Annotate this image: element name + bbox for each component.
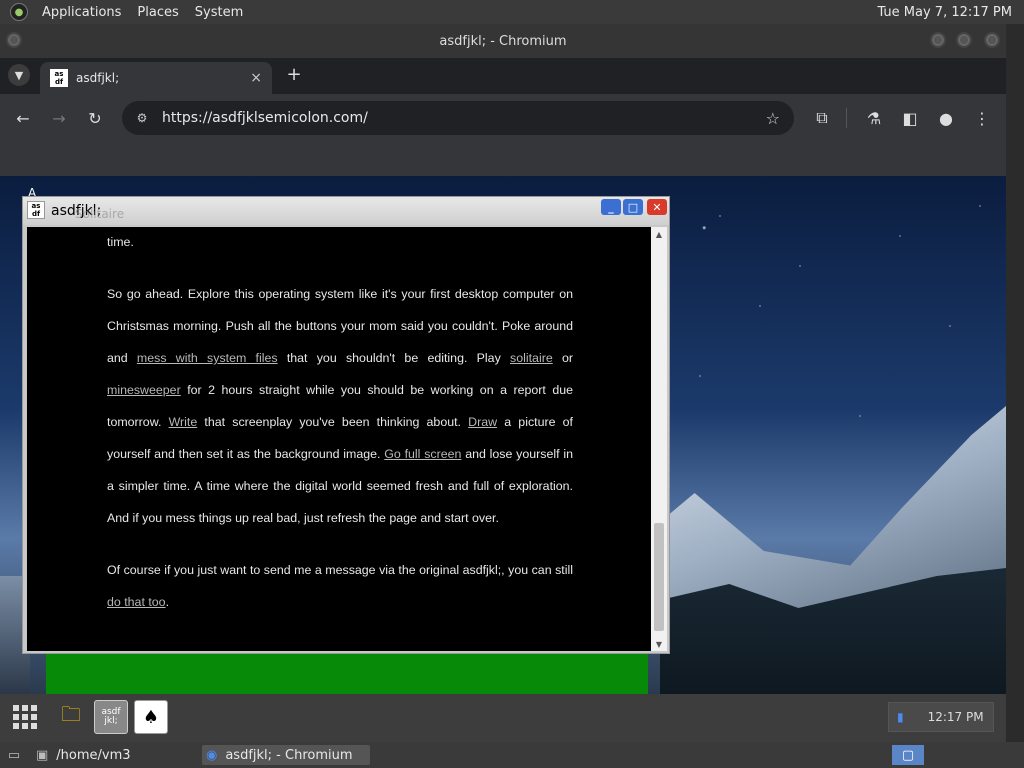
- menu-system[interactable]: System: [187, 5, 251, 20]
- side-panel-icon[interactable]: ◧: [898, 106, 922, 130]
- url-text[interactable]: https://asdfjklsemicolon.com/: [162, 110, 368, 126]
- text-run: .: [165, 595, 170, 609]
- in-page-dock: 🗀 asdf jkl; ♠ ▮ 12:17 PM: [0, 694, 1006, 742]
- inner-window-icon: as df: [27, 201, 45, 219]
- app-grid-icon[interactable]: [8, 700, 42, 734]
- link-write[interactable]: Write: [169, 415, 198, 429]
- tab-strip: ▼ as df asdfjkl; × +: [0, 58, 1006, 94]
- tab-asdfjkl[interactable]: as df asdfjkl; ×: [40, 62, 272, 94]
- paragraph-0: time.: [107, 235, 134, 249]
- browser-window-title: asdfjkl; - Chromium: [439, 33, 567, 49]
- paragraph-2: Of course if you just want to send me a …: [107, 554, 573, 618]
- os-taskbar: ▭ ▣ /home/vm3 ◉ asdfjkl; - Chromium ▢: [0, 742, 1024, 768]
- battery-icon: ▮: [897, 710, 904, 724]
- solitaire-spade-icon[interactable]: ♠: [134, 700, 168, 734]
- dock-clock-text: 12:17 PM: [927, 710, 984, 724]
- bookmark-bar: [0, 142, 1006, 176]
- link-do-that-too[interactable]: do that too: [107, 595, 166, 609]
- labs-flask-icon[interactable]: ⚗: [862, 106, 886, 130]
- tab-title: asdfjkl;: [76, 71, 120, 85]
- link-mess-with-system-files[interactable]: mess with system files: [137, 351, 278, 365]
- favicon-icon: as df: [50, 69, 68, 87]
- text-run: or: [552, 351, 573, 365]
- scroll-up-arrow-icon[interactable]: ▲: [651, 227, 667, 241]
- reload-icon[interactable]: ↻: [83, 106, 107, 130]
- new-tab-button[interactable]: +: [284, 64, 304, 85]
- taskbar-item-label: /home/vm3: [56, 747, 131, 763]
- window-menu-icon[interactable]: [6, 32, 22, 48]
- text-run: that screenplay you've been thinking abo…: [197, 415, 469, 429]
- article-content: time. So go ahead. Explore this operatin…: [27, 227, 651, 651]
- workspace-switcher-icon[interactable]: ▢: [892, 745, 924, 765]
- scroll-thumb[interactable]: [654, 523, 664, 631]
- green-panel: [46, 654, 648, 694]
- extensions-puzzle-icon[interactable]: ⧉: [810, 106, 834, 130]
- link-draw[interactable]: Draw: [468, 415, 497, 429]
- paragraph-1: So go ahead. Explore this operating syst…: [107, 278, 573, 534]
- menu-places[interactable]: Places: [129, 5, 186, 20]
- browser-toolbar: ← → ↻ ⚙ https://asdfjklsemicolon.com/ ☆ …: [0, 94, 1006, 142]
- tab-close-icon[interactable]: ×: [250, 70, 262, 86]
- folder-icon[interactable]: 🗀: [54, 700, 88, 734]
- bookmark-star-icon[interactable]: ☆: [766, 109, 780, 128]
- show-desktop-icon[interactable]: ▭: [4, 745, 24, 765]
- taskbar-item-label: asdfjkl; - Chromium: [225, 747, 353, 763]
- link-solitaire[interactable]: solitaire: [510, 351, 553, 365]
- maximize-icon[interactable]: [956, 32, 972, 48]
- text-run: Of course if you just want to send me a …: [107, 563, 573, 577]
- tab-search-chevron-down-icon[interactable]: ▼: [8, 64, 30, 86]
- site-info-icon[interactable]: ⚙: [132, 111, 152, 125]
- scroll-down-arrow-icon[interactable]: ▼: [651, 637, 667, 651]
- dock-clock[interactable]: ▮ 12:17 PM: [888, 702, 994, 732]
- menu-applications[interactable]: Applications: [34, 5, 129, 20]
- os-logo-icon[interactable]: ●: [10, 3, 28, 21]
- article-text: time. So go ahead. Explore this operatin…: [107, 227, 573, 638]
- text-run: that you shouldn't be editing. Play: [277, 351, 511, 365]
- address-bar[interactable]: ⚙ https://asdfjklsemicolon.com/ ☆: [122, 101, 794, 135]
- terminal-icon: ▣: [36, 747, 49, 763]
- inner-minimize-icon[interactable]: _: [601, 199, 621, 215]
- link-minesweeper[interactable]: minesweeper: [107, 383, 181, 397]
- back-arrow-icon[interactable]: ←: [11, 106, 35, 130]
- inner-close-icon[interactable]: ✕: [647, 199, 667, 215]
- link-go-full-screen[interactable]: Go full screen: [384, 447, 461, 461]
- taskbar-item-chromium[interactable]: ◉ asdfjkl; - Chromium: [202, 745, 370, 765]
- more-menu-icon[interactable]: ⋮: [970, 106, 994, 130]
- browser-titlebar[interactable]: asdfjkl; - Chromium: [0, 24, 1006, 58]
- asdfjkl-app-icon[interactable]: asdf jkl;: [94, 700, 128, 734]
- inner-window-titlebar[interactable]: as df asdfjkl; Solitaire _ □ ✕: [23, 197, 669, 225]
- taskbar-item-terminal[interactable]: ▣ /home/vm3: [36, 745, 196, 765]
- background-window-title: Solitaire: [75, 207, 125, 221]
- toolbar-divider: [846, 108, 847, 128]
- chromium-icon: ◉: [206, 747, 218, 763]
- asdfjkl-window: as df asdfjkl; Solitaire _ □ ✕ time. So …: [22, 196, 670, 654]
- vertical-scrollbar[interactable]: ▲ ▼: [651, 227, 667, 651]
- minimize-icon[interactable]: [930, 32, 946, 48]
- inner-maximize-icon[interactable]: □: [623, 199, 643, 215]
- close-icon[interactable]: [984, 32, 1000, 48]
- profile-avatar-icon[interactable]: ●: [934, 106, 958, 130]
- system-top-panel: ● Applications Places System Tue May 7, …: [0, 0, 1024, 24]
- forward-arrow-icon[interactable]: →: [47, 106, 71, 130]
- system-clock[interactable]: Tue May 7, 12:17 PM: [877, 5, 1012, 20]
